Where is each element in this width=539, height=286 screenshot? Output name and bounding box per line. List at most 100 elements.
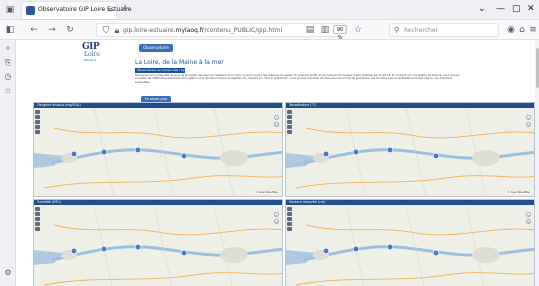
station-marker: [352, 245, 360, 253]
title-bar: ▣ Observatoire GIP Loire Estuaire × + ⌄ …: [0, 0, 539, 20]
station-marker: [352, 148, 360, 156]
history-icon[interactable]: ◷: [3, 72, 13, 82]
scrollbar-thumb[interactable]: [535, 48, 539, 88]
chevron-down-icon[interactable]: ⌄: [478, 3, 486, 15]
map-canvas[interactable]: [286, 108, 535, 197]
browser-tab[interactable]: Observatoire GIP Loire Estuaire ×: [22, 2, 132, 19]
locate-icon[interactable]: ◎: [526, 219, 531, 224]
map-canvas[interactable]: [286, 205, 535, 286]
map-tool-button[interactable]: [287, 130, 292, 134]
map-tool-button[interactable]: [287, 110, 292, 114]
page-scrollbar[interactable]: [535, 40, 539, 286]
map-tool-button[interactable]: [35, 125, 40, 129]
station-marker: [322, 150, 330, 158]
station-marker: [134, 243, 142, 251]
map-canvas[interactable]: [34, 205, 283, 286]
city-area: [220, 150, 248, 166]
new-tab-icon[interactable]: +: [121, 3, 129, 15]
subheading-badge: Observatoire en temps réel / hydrologie: [135, 68, 185, 73]
station-marker: [386, 146, 394, 154]
zoom-in-icon[interactable]: +: [526, 212, 531, 217]
page-action-icon[interactable]: ▥: [319, 24, 331, 36]
city-area: [472, 247, 500, 263]
tab-title: Observatoire GIP Loire Estuaire: [38, 6, 132, 13]
back-icon[interactable]: ←: [28, 24, 40, 36]
map-tool-button[interactable]: [35, 227, 40, 231]
map-tool-button[interactable]: [287, 125, 292, 129]
station-marker: [432, 152, 440, 160]
bookmarks-icon[interactable]: ☆: [3, 86, 13, 96]
lock-icon[interactable]: 🔒︎: [111, 25, 123, 37]
sidebar-toggle-icon[interactable]: ◧: [4, 24, 16, 36]
search-input[interactable]: ⚲ Rechercher: [389, 23, 499, 37]
map-tool-button[interactable]: [287, 115, 292, 119]
map-tool-button[interactable]: [287, 217, 292, 221]
map-attribution: © OpenStreetMap: [506, 191, 531, 194]
map-zoom-controls: + ◎: [274, 115, 279, 129]
map-tool-button[interactable]: [287, 120, 292, 124]
station-marker: [70, 247, 78, 255]
menu-icon[interactable]: ≡: [527, 24, 539, 36]
maximize-icon[interactable]: ▢: [512, 3, 521, 15]
navigation-toolbar: ◧ ← → ↻ ⛉ 🔒︎ gip.loire-estuaire.mylaoq.f…: [0, 20, 539, 41]
map-toolbar: [287, 110, 292, 135]
url-text[interactable]: gip.loire-estuaire.mylaoq.fr/contenu_PUB…: [123, 25, 282, 36]
observatoire-button[interactable]: Observatoire: [139, 44, 173, 52]
map-panel[interactable]: Température (°C) + ◎ © OpenStreetMap: [285, 102, 535, 197]
city-area: [472, 150, 500, 166]
ai-chatbot-icon[interactable]: ✧: [3, 44, 13, 54]
map-tool-button[interactable]: [35, 130, 40, 134]
map-tool-button[interactable]: [35, 207, 40, 211]
map-panel[interactable]: Turbidité (NTU) + ◎: [33, 199, 283, 286]
map-zoom-controls: + ◎: [526, 212, 531, 226]
map-tool-button[interactable]: [287, 207, 292, 211]
zoom-in-icon[interactable]: +: [274, 115, 279, 120]
page-content: GIP Loire Estuaire Observatoire La Loire…: [17, 40, 539, 286]
page-title: La Loire, de la Maine à la mer: [135, 59, 224, 66]
map-background: [34, 205, 282, 286]
locate-icon[interactable]: ◎: [526, 122, 531, 127]
map-tool-button[interactable]: [35, 222, 40, 226]
map-zoom-controls: + ◎: [274, 212, 279, 226]
station-marker: [180, 152, 188, 160]
intro-paragraph: Bienvenue sur le dispositif de suivi de …: [135, 74, 460, 84]
locate-icon[interactable]: ◎: [274, 122, 279, 127]
map-tool-button[interactable]: [35, 217, 40, 221]
map-panel[interactable]: Oxygène dissous (mg/O2/L) + ◎ © OpenStre…: [33, 102, 283, 197]
locate-icon[interactable]: ◎: [274, 219, 279, 224]
station-marker: [386, 243, 394, 251]
tab-overview-icon[interactable]: ▣: [4, 4, 16, 16]
settings-gear-icon[interactable]: ⚙: [3, 268, 13, 278]
map-toolbar: [35, 207, 40, 232]
map-tool-button[interactable]: [35, 120, 40, 124]
map-toolbar: [287, 207, 292, 232]
map-panel[interactable]: Hauteur mesurée (cm) + ◎: [285, 199, 535, 286]
map-tool-button[interactable]: [35, 115, 40, 119]
browser-sidebar: ✧ ⎘ ◷ ☆ ⚙: [0, 40, 16, 286]
station-marker: [134, 146, 142, 154]
close-window-icon[interactable]: ✕: [527, 3, 535, 15]
forward-icon[interactable]: →: [46, 24, 58, 36]
map-tool-button[interactable]: [287, 227, 292, 231]
map-tool-button[interactable]: [35, 212, 40, 216]
synced-tabs-icon[interactable]: ⎘: [3, 58, 13, 68]
map-background: [286, 205, 534, 286]
reload-icon[interactable]: ↻: [64, 24, 76, 36]
zoom-level[interactable]: 90 %: [333, 25, 347, 41]
station-marker: [180, 249, 188, 257]
map-tool-button[interactable]: [35, 110, 40, 114]
logo-estuaire-text: Estuaire: [84, 58, 97, 62]
map-tool-button[interactable]: [287, 222, 292, 226]
reader-view-icon[interactable]: ▤: [304, 24, 316, 36]
station-marker: [432, 249, 440, 257]
minimize-icon[interactable]: —: [496, 3, 505, 15]
search-placeholder: Rechercher: [404, 27, 438, 34]
close-tab-icon[interactable]: ×: [107, 5, 113, 15]
gip-logo[interactable]: GIP Loire Estuaire: [82, 43, 108, 63]
bookmark-star-icon[interactable]: ☆: [352, 24, 364, 36]
zoom-in-icon[interactable]: +: [526, 115, 531, 120]
zoom-in-icon[interactable]: +: [274, 212, 279, 217]
map-tool-button[interactable]: [287, 212, 292, 216]
map-canvas[interactable]: [34, 108, 283, 197]
search-icon: ⚲: [394, 26, 400, 34]
